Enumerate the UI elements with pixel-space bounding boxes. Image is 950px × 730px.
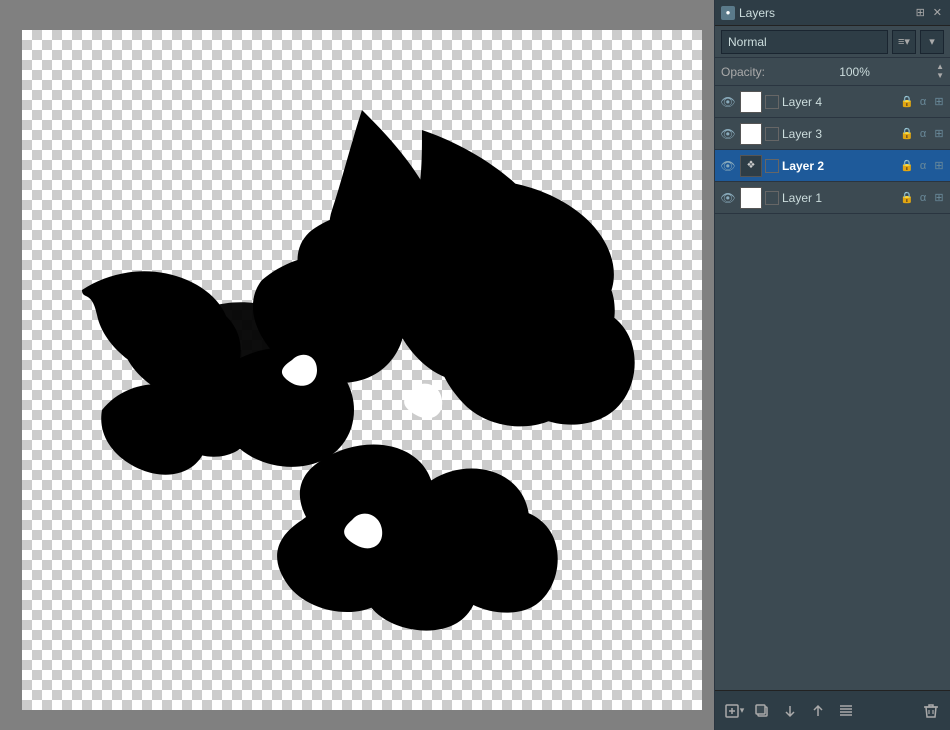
channel-icon-layer1[interactable]: ⊞ xyxy=(932,191,946,204)
move-layer-up-button[interactable] xyxy=(807,700,829,722)
move-layer-down-button[interactable] xyxy=(779,700,801,722)
layer-item-layer3[interactable]: 👁 Layer 3 🔒 α ⊞ xyxy=(715,118,950,150)
layer-thumbnail-layer3 xyxy=(740,123,762,145)
close-button[interactable]: ✕ xyxy=(931,6,944,19)
layers-title-bar: ● Layers ⊞ ✕ xyxy=(715,0,950,26)
options-button[interactable]: ▾ xyxy=(920,30,944,54)
canvas-background[interactable] xyxy=(22,30,702,710)
layer-name-layer1[interactable]: Layer 1 xyxy=(782,191,897,205)
alpha-icon-layer2[interactable]: α xyxy=(916,160,930,172)
layers-panel-icon: ● xyxy=(721,6,735,20)
filter-button[interactable]: ≡▾ xyxy=(892,30,916,54)
alpha-icon-layer4[interactable]: α xyxy=(916,96,930,108)
canvas-area xyxy=(0,0,714,730)
blend-mode-select[interactable]: Normal Dissolve Multiply Screen Overlay xyxy=(721,30,888,54)
channel-icon-layer4[interactable]: ⊞ xyxy=(932,95,946,108)
lock-icon-layer3[interactable]: 🔒 xyxy=(900,127,914,140)
layer-name-layer3[interactable]: Layer 3 xyxy=(782,127,897,141)
alpha-icon-layer1[interactable]: α xyxy=(916,192,930,204)
layer-item-layer2[interactable]: 👁 ❖ Layer 2 🔒 α ⊞ xyxy=(715,150,950,182)
layer-actions-layer3: 🔒 α ⊞ xyxy=(900,127,946,140)
channel-icon-layer3[interactable]: ⊞ xyxy=(932,127,946,140)
alpha-icon-layer3[interactable]: α xyxy=(916,128,930,140)
layer-chain-layer4[interactable] xyxy=(765,95,779,109)
layer-visibility-layer3[interactable]: 👁 xyxy=(719,125,737,143)
layer-thumbnail-layer1 xyxy=(740,187,762,209)
layer-thumbnail-layer4 xyxy=(740,91,762,113)
artwork-svg xyxy=(22,30,702,710)
pin-button[interactable]: ⊞ xyxy=(914,6,927,19)
layer-visibility-layer2[interactable]: 👁 xyxy=(719,157,737,175)
lock-icon-layer2[interactable]: 🔒 xyxy=(900,159,914,172)
opacity-label: Opacity: xyxy=(721,65,765,79)
layer-item-layer1[interactable]: 👁 Layer 1 🔒 α ⊞ xyxy=(715,182,950,214)
layer-name-layer4[interactable]: Layer 4 xyxy=(782,95,897,109)
opacity-up[interactable]: ▲ xyxy=(936,63,944,71)
opacity-bar: Opacity: 100% ▲ ▼ xyxy=(715,58,950,86)
layer-actions-layer1: 🔒 α ⊞ xyxy=(900,191,946,204)
lock-icon-layer1[interactable]: 🔒 xyxy=(900,191,914,204)
layer-name-layer2[interactable]: Layer 2 xyxy=(782,159,897,173)
mode-bar: Normal Dissolve Multiply Screen Overlay … xyxy=(715,26,950,58)
new-layer-dropdown[interactable]: ▾ xyxy=(740,705,745,716)
layers-panel: ● Layers ⊞ ✕ Normal Dissolve Multiply Sc… xyxy=(714,0,950,730)
new-layer-button[interactable]: ▾ xyxy=(723,700,745,722)
delete-layer-button[interactable] xyxy=(920,700,942,722)
duplicate-layer-button[interactable] xyxy=(751,700,773,722)
layer-tools: ▾ xyxy=(723,700,857,722)
anchor-layer-button[interactable] xyxy=(835,700,857,722)
layers-bottom-toolbar: ▾ xyxy=(715,690,950,730)
layer-list: 👁 Layer 4 🔒 α ⊞ 👁 Layer 3 🔒 α ⊞ xyxy=(715,86,950,690)
layer2-thumb-icon: ❖ xyxy=(747,160,756,171)
layer-visibility-layer4[interactable]: 👁 xyxy=(719,93,737,111)
opacity-spinner[interactable]: ▲ ▼ xyxy=(936,63,944,80)
channel-icon-layer2[interactable]: ⊞ xyxy=(932,159,946,172)
canvas-wrapper xyxy=(22,30,702,710)
layer-item-layer4[interactable]: 👁 Layer 4 🔒 α ⊞ xyxy=(715,86,950,118)
layer-chain-layer1[interactable] xyxy=(765,191,779,205)
layer-chain-layer3[interactable] xyxy=(765,127,779,141)
layer-visibility-layer1[interactable]: 👁 xyxy=(719,189,737,207)
lock-icon-layer4[interactable]: 🔒 xyxy=(900,95,914,108)
layer-actions-layer4: 🔒 α ⊞ xyxy=(900,95,946,108)
opacity-value[interactable]: 100% xyxy=(773,65,936,79)
opacity-down[interactable]: ▼ xyxy=(936,72,944,80)
layers-title-actions: ⊞ ✕ xyxy=(914,6,944,19)
layer-chain-layer2[interactable] xyxy=(765,159,779,173)
layer-thumbnail-layer2: ❖ xyxy=(740,155,762,177)
layers-title: Layers xyxy=(739,6,914,20)
layer-actions-layer2: 🔒 α ⊞ xyxy=(900,159,946,172)
